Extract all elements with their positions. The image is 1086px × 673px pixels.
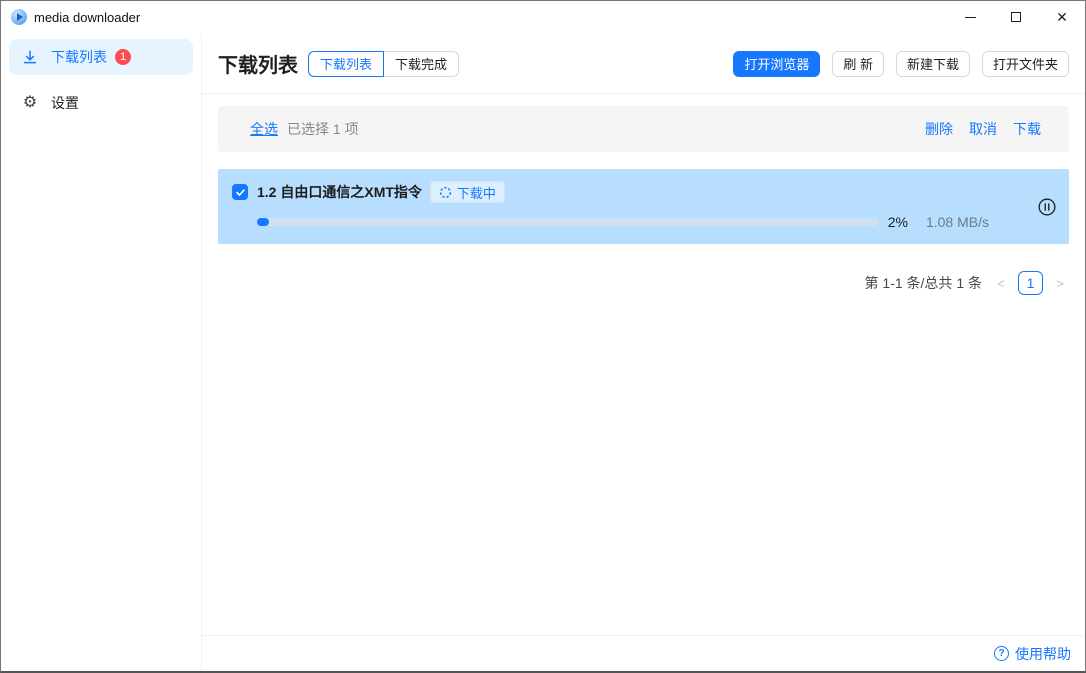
help-link[interactable]: ? 使用帮助	[994, 644, 1071, 664]
page-1-button[interactable]: 1	[1018, 271, 1043, 295]
app-logo-icon	[11, 9, 27, 25]
main-header: 下载列表 下载列表 下载完成 打开浏览器 刷 新 新建下载 打开文件夹	[202, 33, 1085, 94]
sidebar-item-download-list[interactable]: 下载列表 1	[9, 39, 193, 75]
close-button[interactable]: ✕	[1039, 1, 1085, 33]
item-checkbox[interactable]	[232, 184, 248, 200]
next-page-button[interactable]: >	[1051, 271, 1069, 295]
maximize-button[interactable]	[993, 1, 1039, 33]
item-title: 1.2 自由口通信之XMT指令	[257, 182, 422, 202]
pagination: 第 1-1 条/总共 1 条 < 1 >	[218, 271, 1069, 295]
open-folder-button[interactable]: 打开文件夹	[982, 51, 1069, 77]
minimize-button[interactable]	[947, 1, 993, 33]
close-icon: ✕	[1056, 10, 1068, 24]
download-icon	[21, 49, 39, 65]
app-window: media downloader ✕ 下载列表 1	[0, 0, 1086, 673]
progress-fill	[257, 218, 269, 226]
help-label: 使用帮助	[1015, 644, 1071, 664]
content-area: 全选 已选择 1 项 删除 取消 下载	[202, 94, 1085, 635]
delete-link[interactable]: 删除	[925, 119, 953, 139]
titlebar: media downloader ✕	[1, 1, 1085, 33]
gear-icon: ⚙	[21, 95, 39, 111]
maximize-icon	[1011, 12, 1021, 22]
status-label: 下载中	[457, 183, 496, 202]
sidebar-item-label: 下载列表	[51, 47, 107, 67]
notification-badge: 1	[115, 49, 131, 65]
tab-download-list[interactable]: 下载列表	[308, 51, 384, 77]
page-title: 下载列表	[218, 49, 298, 78]
progress-percent: 2%	[888, 214, 908, 230]
footer: ? 使用帮助	[202, 635, 1085, 671]
select-all-link[interactable]: 全选	[250, 119, 278, 139]
tab-download-done[interactable]: 下载完成	[383, 51, 459, 77]
header-actions: 打开浏览器 刷 新 新建下载 打开文件夹	[733, 51, 1069, 77]
download-progress-line: 2% 1.08 MB/s	[257, 212, 989, 232]
pagination-summary: 第 1-1 条/总共 1 条	[865, 273, 982, 293]
new-download-button[interactable]: 新建下载	[896, 51, 970, 77]
app-body: 下载列表 1 ⚙ 设置 下载列表 下载列表 下载完成 打开浏览器 刷 新	[1, 33, 1085, 671]
sidebar-item-settings[interactable]: ⚙ 设置	[9, 85, 193, 121]
prev-page-button[interactable]: <	[992, 271, 1010, 295]
download-item-row[interactable]: 1.2 自由口通信之XMT指令 下载中	[218, 169, 1069, 244]
download-item-main: 1.2 自由口通信之XMT指令 下载中	[230, 181, 989, 232]
open-browser-button[interactable]: 打开浏览器	[733, 51, 820, 77]
pause-button[interactable]	[1037, 197, 1057, 217]
selection-actions: 删除 取消 下载	[925, 119, 1041, 139]
question-circle-icon: ?	[994, 646, 1009, 661]
cancel-link[interactable]: 取消	[969, 119, 997, 139]
check-icon	[235, 187, 246, 198]
status-badge: 下载中	[430, 181, 505, 203]
selection-bar: 全选 已选择 1 项 删除 取消 下载	[218, 106, 1069, 152]
download-speed: 1.08 MB/s	[926, 214, 989, 230]
selected-count-label: 已选择 1 项	[287, 119, 359, 139]
main-panel: 下载列表 下载列表 下载完成 打开浏览器 刷 新 新建下载 打开文件夹 全选 已…	[202, 33, 1085, 671]
download-item-header: 1.2 自由口通信之XMT指令 下载中	[230, 181, 989, 203]
sidebar: 下载列表 1 ⚙ 设置	[1, 33, 202, 671]
progress-bar	[257, 218, 878, 226]
view-tabs: 下载列表 下载完成	[308, 51, 459, 77]
sidebar-item-label: 设置	[51, 93, 79, 113]
app-title: media downloader	[34, 10, 140, 25]
refresh-button[interactable]: 刷 新	[832, 51, 884, 77]
window-controls: ✕	[947, 1, 1085, 33]
pause-circle-icon	[1037, 197, 1057, 217]
loading-icon	[439, 186, 452, 199]
minimize-icon	[965, 17, 976, 18]
download-link[interactable]: 下载	[1013, 119, 1041, 139]
